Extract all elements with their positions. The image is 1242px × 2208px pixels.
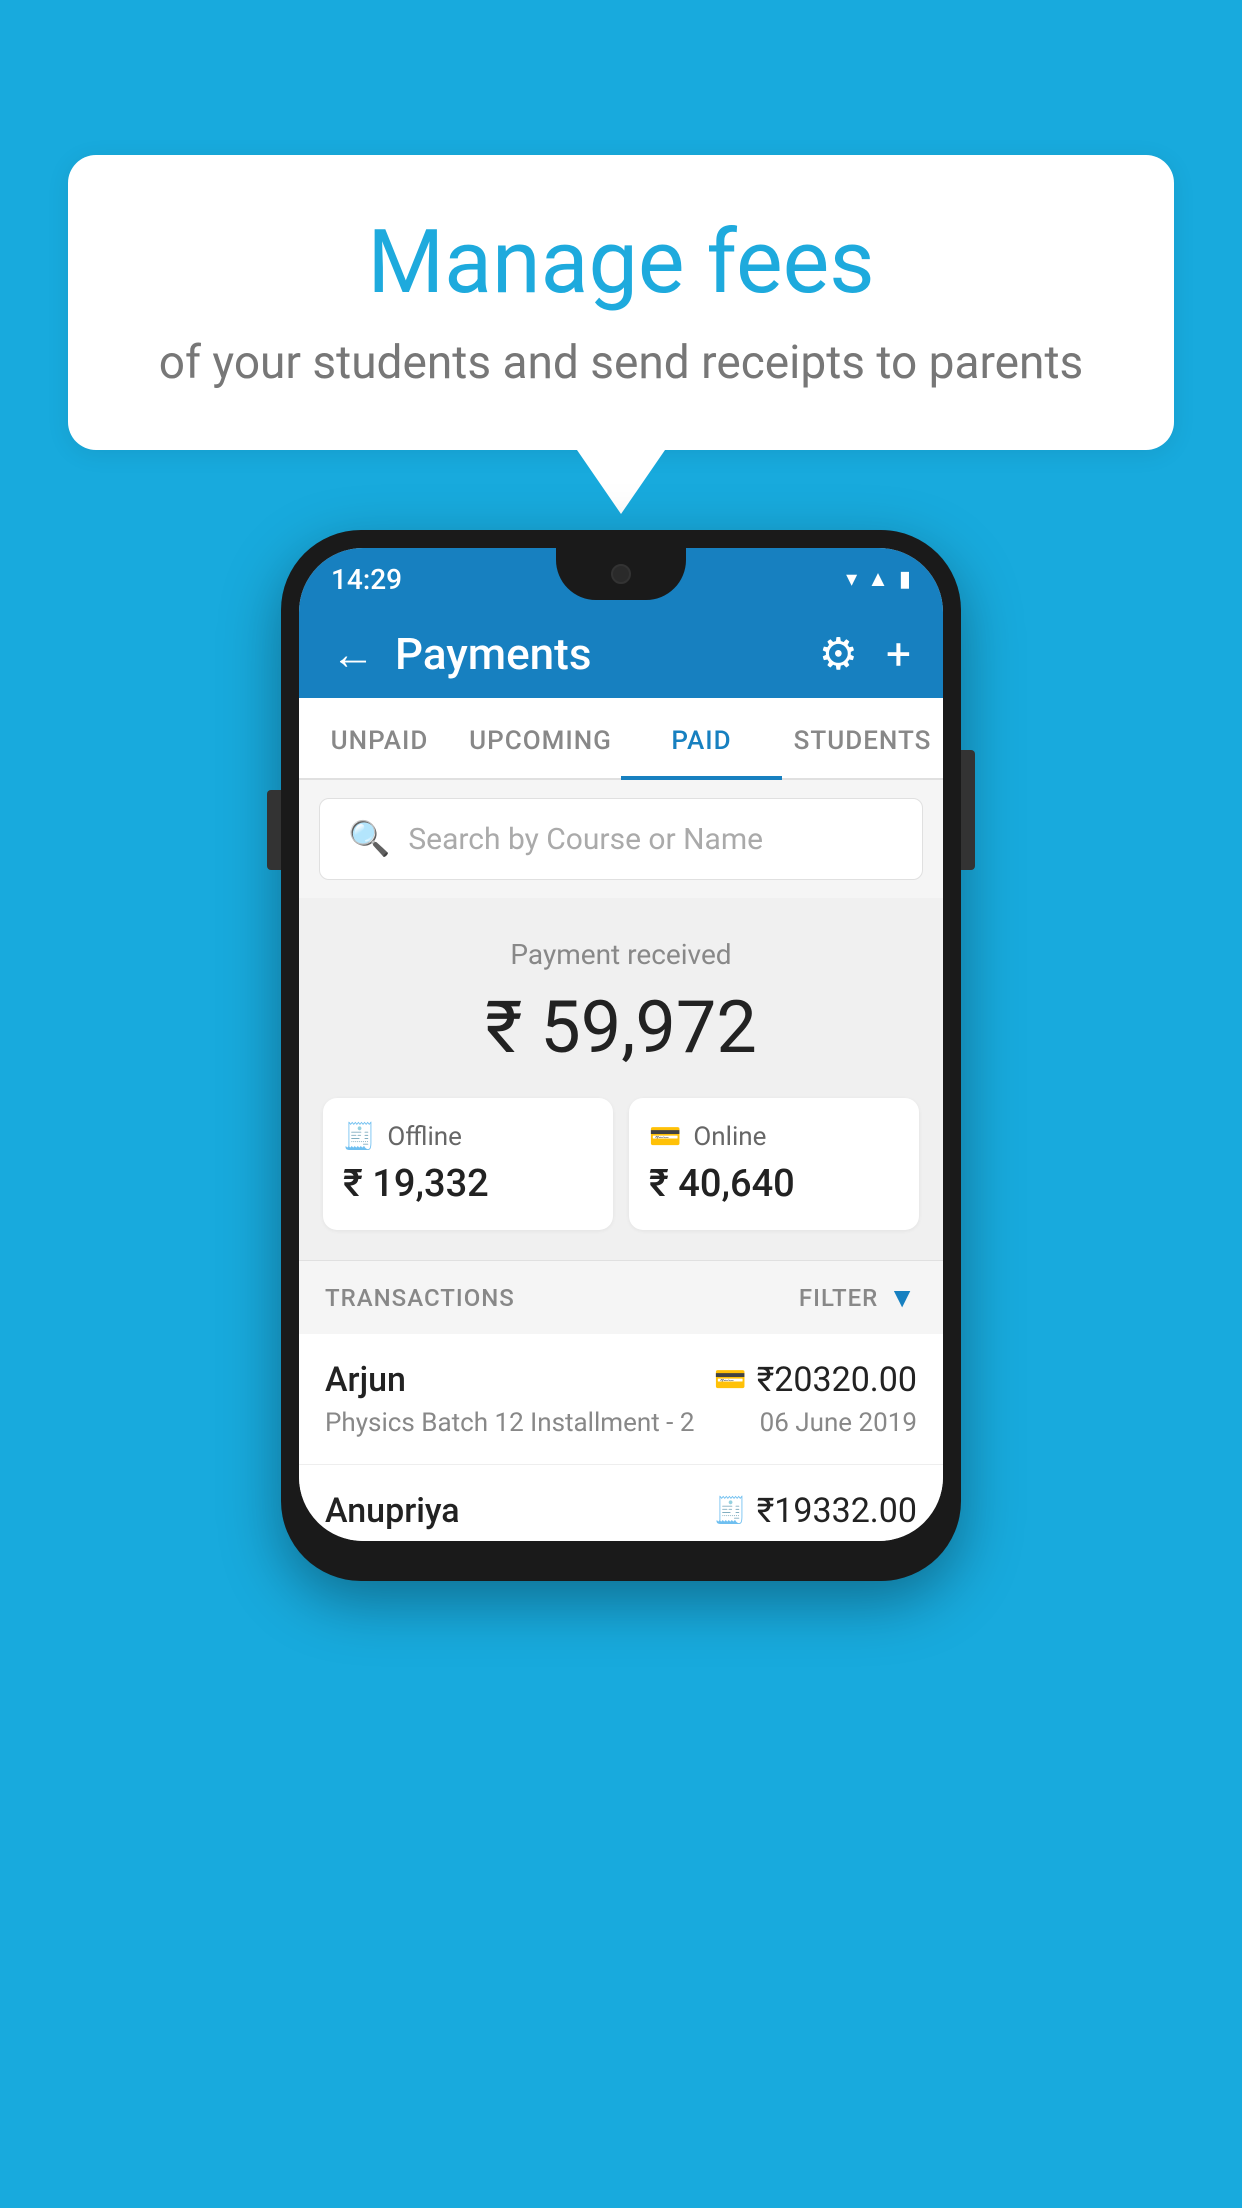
filter-label: FILTER bbox=[799, 1284, 878, 1312]
app-title: Payments bbox=[395, 628, 799, 680]
transactions-header: TRANSACTIONS FILTER ▼ bbox=[299, 1260, 943, 1334]
offline-icon: 🧾 bbox=[343, 1122, 375, 1152]
settings-icon[interactable]: ⚙ bbox=[819, 628, 858, 680]
back-button[interactable]: ← bbox=[331, 628, 375, 680]
transaction-online-icon-1: 💳 bbox=[714, 1365, 746, 1395]
transaction-name-1: Arjun bbox=[325, 1360, 406, 1400]
speech-bubble: Manage fees of your students and send re… bbox=[68, 155, 1174, 450]
tab-students[interactable]: STUDENTS bbox=[782, 698, 943, 778]
wifi-icon: ▾ bbox=[846, 567, 857, 592]
transaction-course-1: Physics Batch 12 Installment - 2 bbox=[325, 1408, 694, 1438]
bubble-title: Manage fees bbox=[148, 215, 1094, 312]
add-icon[interactable]: + bbox=[886, 628, 911, 680]
transaction-row[interactable]: Arjun 💳 ₹20320.00 Physics Batch 12 Insta… bbox=[299, 1334, 943, 1465]
app-header: ← Payments ⚙ + bbox=[299, 610, 943, 698]
online-icon: 💳 bbox=[649, 1122, 681, 1152]
transaction-amount-wrapper-2: 🧾 ₹19332.00 bbox=[714, 1491, 917, 1531]
speech-bubble-section: Manage fees of your students and send re… bbox=[68, 155, 1174, 514]
search-input[interactable]: Search by Course or Name bbox=[408, 822, 763, 857]
offline-amount: ₹ 19,332 bbox=[343, 1162, 593, 1206]
transaction-amount-1: ₹20320.00 bbox=[757, 1360, 917, 1400]
filter-button[interactable]: FILTER ▼ bbox=[799, 1281, 917, 1314]
phone-outer: 14:29 ▾ ▲ ▮ ← Payments ⚙ bbox=[281, 530, 961, 1581]
offline-card: 🧾 Offline ₹ 19,332 bbox=[323, 1098, 613, 1230]
phone-screen: 14:29 ▾ ▲ ▮ ← Payments ⚙ bbox=[299, 548, 943, 1541]
transaction-amount-2: ₹19332.00 bbox=[757, 1491, 917, 1531]
tab-paid[interactable]: PAID bbox=[621, 698, 782, 778]
online-amount: ₹ 40,640 bbox=[649, 1162, 899, 1206]
search-icon: 🔍 bbox=[348, 819, 390, 859]
bubble-pointer bbox=[577, 450, 665, 514]
transaction-row-partial[interactable]: Anupriya 🧾 ₹19332.00 bbox=[299, 1465, 943, 1541]
battery-icon: ▮ bbox=[899, 567, 911, 592]
status-time: 14:29 bbox=[331, 563, 402, 596]
signal-icon: ▲ bbox=[867, 566, 889, 592]
camera bbox=[611, 564, 631, 584]
notch bbox=[556, 548, 686, 600]
status-bar: 14:29 ▾ ▲ ▮ bbox=[299, 548, 943, 610]
transactions-label: TRANSACTIONS bbox=[325, 1284, 515, 1312]
payment-cards: 🧾 Offline ₹ 19,332 💳 Online ₹ 40,640 bbox=[319, 1098, 923, 1230]
search-section: 🔍 Search by Course or Name bbox=[299, 780, 943, 898]
transaction-name-2: Anupriya bbox=[325, 1491, 460, 1531]
payment-summary: Payment received ₹ 59,972 🧾 Offline ₹ 19… bbox=[299, 898, 943, 1260]
bubble-subtitle: of your students and send receipts to pa… bbox=[148, 336, 1094, 390]
tabs-bar: UNPAID UPCOMING PAID STUDENTS bbox=[299, 698, 943, 780]
online-card: 💳 Online ₹ 40,640 bbox=[629, 1098, 919, 1230]
filter-icon: ▼ bbox=[888, 1281, 917, 1314]
transaction-amount-wrapper-1: 💳 ₹20320.00 bbox=[714, 1360, 917, 1400]
header-actions: ⚙ + bbox=[819, 628, 911, 680]
online-label: Online bbox=[693, 1122, 766, 1152]
payment-total-amount: ₹ 59,972 bbox=[319, 985, 923, 1070]
status-icons: ▾ ▲ ▮ bbox=[846, 566, 911, 592]
search-bar[interactable]: 🔍 Search by Course or Name bbox=[319, 798, 923, 880]
tab-upcoming[interactable]: UPCOMING bbox=[460, 698, 621, 778]
payment-received-label: Payment received bbox=[319, 938, 923, 971]
phone-device: 14:29 ▾ ▲ ▮ ← Payments ⚙ bbox=[281, 530, 961, 1581]
transaction-date-1: 06 June 2019 bbox=[760, 1408, 917, 1438]
tab-unpaid[interactable]: UNPAID bbox=[299, 698, 460, 778]
offline-label: Offline bbox=[387, 1122, 462, 1152]
transaction-offline-icon-2: 🧾 bbox=[714, 1496, 746, 1526]
